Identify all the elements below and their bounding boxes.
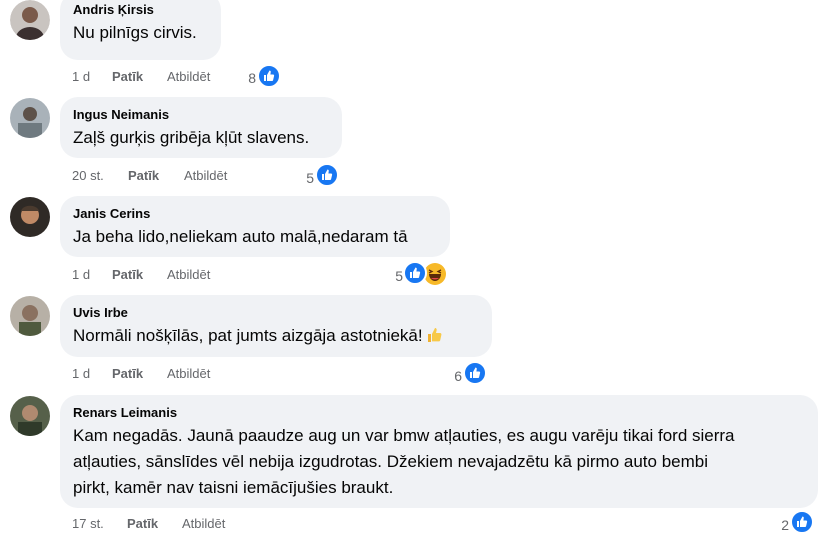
comment-text: Ja beha lido,neliekam auto malā,nedaram … xyxy=(73,227,408,246)
comment-bubble: Ingus Neimanis Zaļš gurķis gribēja kļūt … xyxy=(60,97,342,158)
comment-text-content: Normāli nošķīlās, pat jumts aizgāja asto… xyxy=(73,326,423,345)
like-button[interactable]: Patīk xyxy=(112,69,143,85)
like-icon[interactable] xyxy=(403,261,427,285)
comment-time[interactable]: 1 d xyxy=(72,69,90,85)
reaction-count[interactable]: 5 xyxy=(383,268,403,284)
reaction-count[interactable]: 6 xyxy=(442,368,462,384)
comment-time[interactable]: 20 st. xyxy=(72,168,104,184)
like-button[interactable]: Patīk xyxy=(127,516,158,532)
comment-bubble: Janis Cerins Ja beha lido,neliekam auto … xyxy=(60,196,450,257)
reply-button[interactable]: Atbildēt xyxy=(184,168,227,184)
comment-author[interactable]: Andris Ķirsis xyxy=(73,2,208,18)
reaction-count[interactable]: 8 xyxy=(236,70,256,86)
comment-text-line: Kam negadās. Jaunā paaudze aug un var bm… xyxy=(73,426,735,445)
comment-bubble: Renars Leimanis Kam negadās. Jaunā paaud… xyxy=(60,395,818,508)
comment-text: Nu pilnīgs cirvis. xyxy=(73,23,197,42)
like-button[interactable]: Patīk xyxy=(112,267,143,283)
comment-text: Kam negadās. Jaunā paaudze aug un var bm… xyxy=(73,423,805,501)
comment-bubble: Andris Ķirsis Nu pilnīgs cirvis. xyxy=(60,0,221,60)
comment-time[interactable]: 1 d xyxy=(72,366,90,382)
reply-button[interactable]: Atbildēt xyxy=(182,516,225,532)
thumbs-up-icon xyxy=(425,326,443,352)
like-icon[interactable] xyxy=(315,163,339,187)
comment-author[interactable]: Uvis Irbe xyxy=(73,305,479,321)
reply-button[interactable]: Atbildēt xyxy=(167,267,210,283)
reaction-count[interactable]: 2 xyxy=(769,517,789,533)
comment-text-line: pirkt, kamēr nav taisni iemācījušies bra… xyxy=(73,478,394,497)
like-button[interactable]: Patīk xyxy=(128,168,159,184)
avatar[interactable] xyxy=(10,197,50,237)
avatar[interactable] xyxy=(10,0,50,40)
comment-author[interactable]: Janis Cerins xyxy=(73,206,437,222)
comment-text: Zaļš gurķis gribēja kļūt slavens. xyxy=(73,128,310,147)
comment-time[interactable]: 1 d xyxy=(72,267,90,283)
comment-author[interactable]: Ingus Neimanis xyxy=(73,107,329,123)
comment-text-line: atļauties, sānslīdes vēl nebija izgudrot… xyxy=(73,452,709,471)
comment-author[interactable]: Renars Leimanis xyxy=(73,405,805,421)
reply-button[interactable]: Atbildēt xyxy=(167,366,210,382)
avatar[interactable] xyxy=(10,396,50,436)
comment-bubble: Uvis Irbe Normāli nošķīlās, pat jumts ai… xyxy=(60,295,492,357)
avatar[interactable] xyxy=(10,296,50,336)
reply-button[interactable]: Atbildēt xyxy=(167,69,210,85)
reaction-count[interactable]: 5 xyxy=(294,170,314,186)
like-icon[interactable] xyxy=(257,64,281,88)
like-button[interactable]: Patīk xyxy=(112,366,143,382)
like-icon[interactable] xyxy=(790,510,814,534)
avatar[interactable] xyxy=(10,98,50,138)
comment-time[interactable]: 17 st. xyxy=(72,516,104,532)
comment-text: Normāli nošķīlās, pat jumts aizgāja asto… xyxy=(73,323,479,352)
like-icon[interactable] xyxy=(463,361,487,385)
